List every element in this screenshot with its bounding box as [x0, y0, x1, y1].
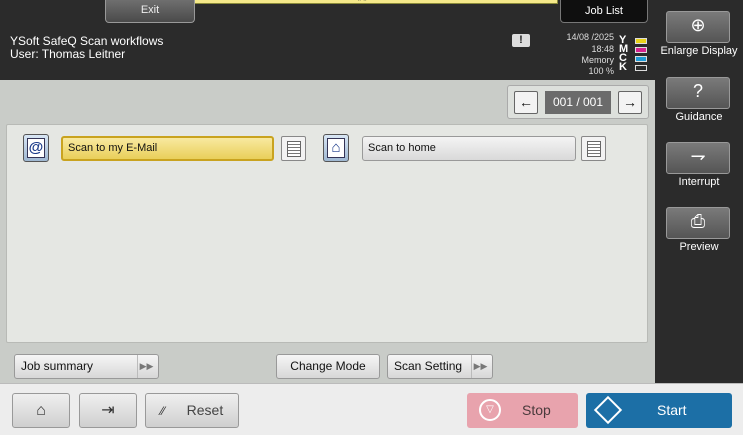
- workflow-scan-to-home[interactable]: Scan to home: [362, 136, 576, 161]
- start-icon: [593, 395, 623, 425]
- question-icon: ?: [692, 81, 703, 101]
- stop-icon: ▽: [479, 399, 501, 421]
- toner-letter: K: [619, 61, 627, 73]
- job-list-button[interactable]: Job List: [560, 0, 648, 23]
- workflow-details-icon[interactable]: [281, 136, 306, 161]
- toner-level-icon: [635, 65, 647, 71]
- toner-level-icon: [635, 38, 647, 44]
- previous-page-button[interactable]: ←: [514, 91, 538, 114]
- job-summary-label: Job summary: [21, 359, 94, 373]
- reset-icon: ⁄⁄: [160, 404, 165, 418]
- page-navigator: ← 001 / 001 →: [507, 85, 649, 119]
- start-button[interactable]: Start: [586, 393, 732, 428]
- side-panel: ⊕ Enlarge Display ? Guidance ⇁ Interrupt…: [655, 0, 743, 383]
- guidance-label: Guidance: [675, 111, 723, 123]
- stop-label: Stop: [522, 402, 551, 418]
- start-label: Start: [657, 402, 687, 418]
- change-mode-button[interactable]: Change Mode: [276, 354, 380, 379]
- date-readout: 14/08 /2025: [566, 32, 614, 42]
- preview-button[interactable]: ⎙: [666, 207, 730, 239]
- chevron-right-icon: ▶▶: [137, 355, 155, 378]
- reset-label: Reset: [186, 402, 224, 418]
- memory-label: Memory: [581, 55, 614, 65]
- top-strip: [0, 0, 655, 31]
- enlarge-display-button[interactable]: ⊕: [666, 11, 730, 43]
- logout-button[interactable]: ⇥: [79, 393, 137, 428]
- interrupt-button[interactable]: ⇁: [666, 142, 730, 174]
- scan-setting-label: Scan Setting: [394, 359, 463, 373]
- status-drawer-handle[interactable]: «•»: [168, 0, 558, 4]
- home-icon: ⌂: [36, 402, 46, 419]
- home-button[interactable]: ⌂: [12, 393, 70, 428]
- reset-button[interactable]: ⁄⁄ Reset: [145, 393, 239, 428]
- enlarge-display-label: Enlarge Display: [660, 45, 738, 57]
- footer-bar: ⌂ ⇥ ⁄⁄ Reset ▽ Stop Start: [0, 383, 743, 435]
- email-icon: @: [23, 134, 49, 162]
- user-name: User: Thomas Leitner: [10, 47, 126, 61]
- chevron-right-icon: ▶▶: [471, 355, 489, 378]
- time-readout: 18:48: [591, 44, 614, 54]
- job-summary-button[interactable]: Job summary ▶▶: [14, 354, 159, 379]
- home-folder-icon: ⌂: [323, 134, 349, 162]
- drawer-grip-icon: «•»: [357, 0, 367, 3]
- toner-black: K: [619, 61, 649, 74]
- next-page-button[interactable]: →: [618, 91, 642, 114]
- preview-icon: ⎙: [690, 211, 706, 231]
- scan-setting-button[interactable]: Scan Setting ▶▶: [387, 354, 493, 379]
- magnifier-plus-icon: ⊕: [690, 15, 706, 35]
- workflow-details-icon[interactable]: [581, 136, 606, 161]
- toner-level-icon: [635, 56, 647, 62]
- stop-button[interactable]: ▽ Stop: [467, 393, 578, 428]
- exit-button[interactable]: Exit: [105, 0, 195, 23]
- memory-value: 100 %: [588, 66, 614, 76]
- logout-icon: ⇥: [101, 402, 115, 419]
- workflow-title: YSoft SafeQ Scan workflows: [10, 34, 164, 48]
- workflow-scan-to-email[interactable]: Scan to my E-Mail: [61, 136, 274, 161]
- interrupt-label: Interrupt: [678, 176, 720, 188]
- guidance-button[interactable]: ?: [666, 77, 730, 109]
- info-bar: YSoft SafeQ Scan workflows User: Thomas …: [0, 31, 655, 80]
- workflow-list: @ Scan to my E-Mail ⌂ Scan to home: [6, 124, 648, 343]
- toner-level-icon: [635, 47, 647, 53]
- warning-icon[interactable]: !: [512, 34, 530, 47]
- interrupt-icon: ⇁: [690, 146, 706, 166]
- page-counter: 001 / 001: [545, 91, 611, 114]
- preview-label: Preview: [679, 241, 719, 253]
